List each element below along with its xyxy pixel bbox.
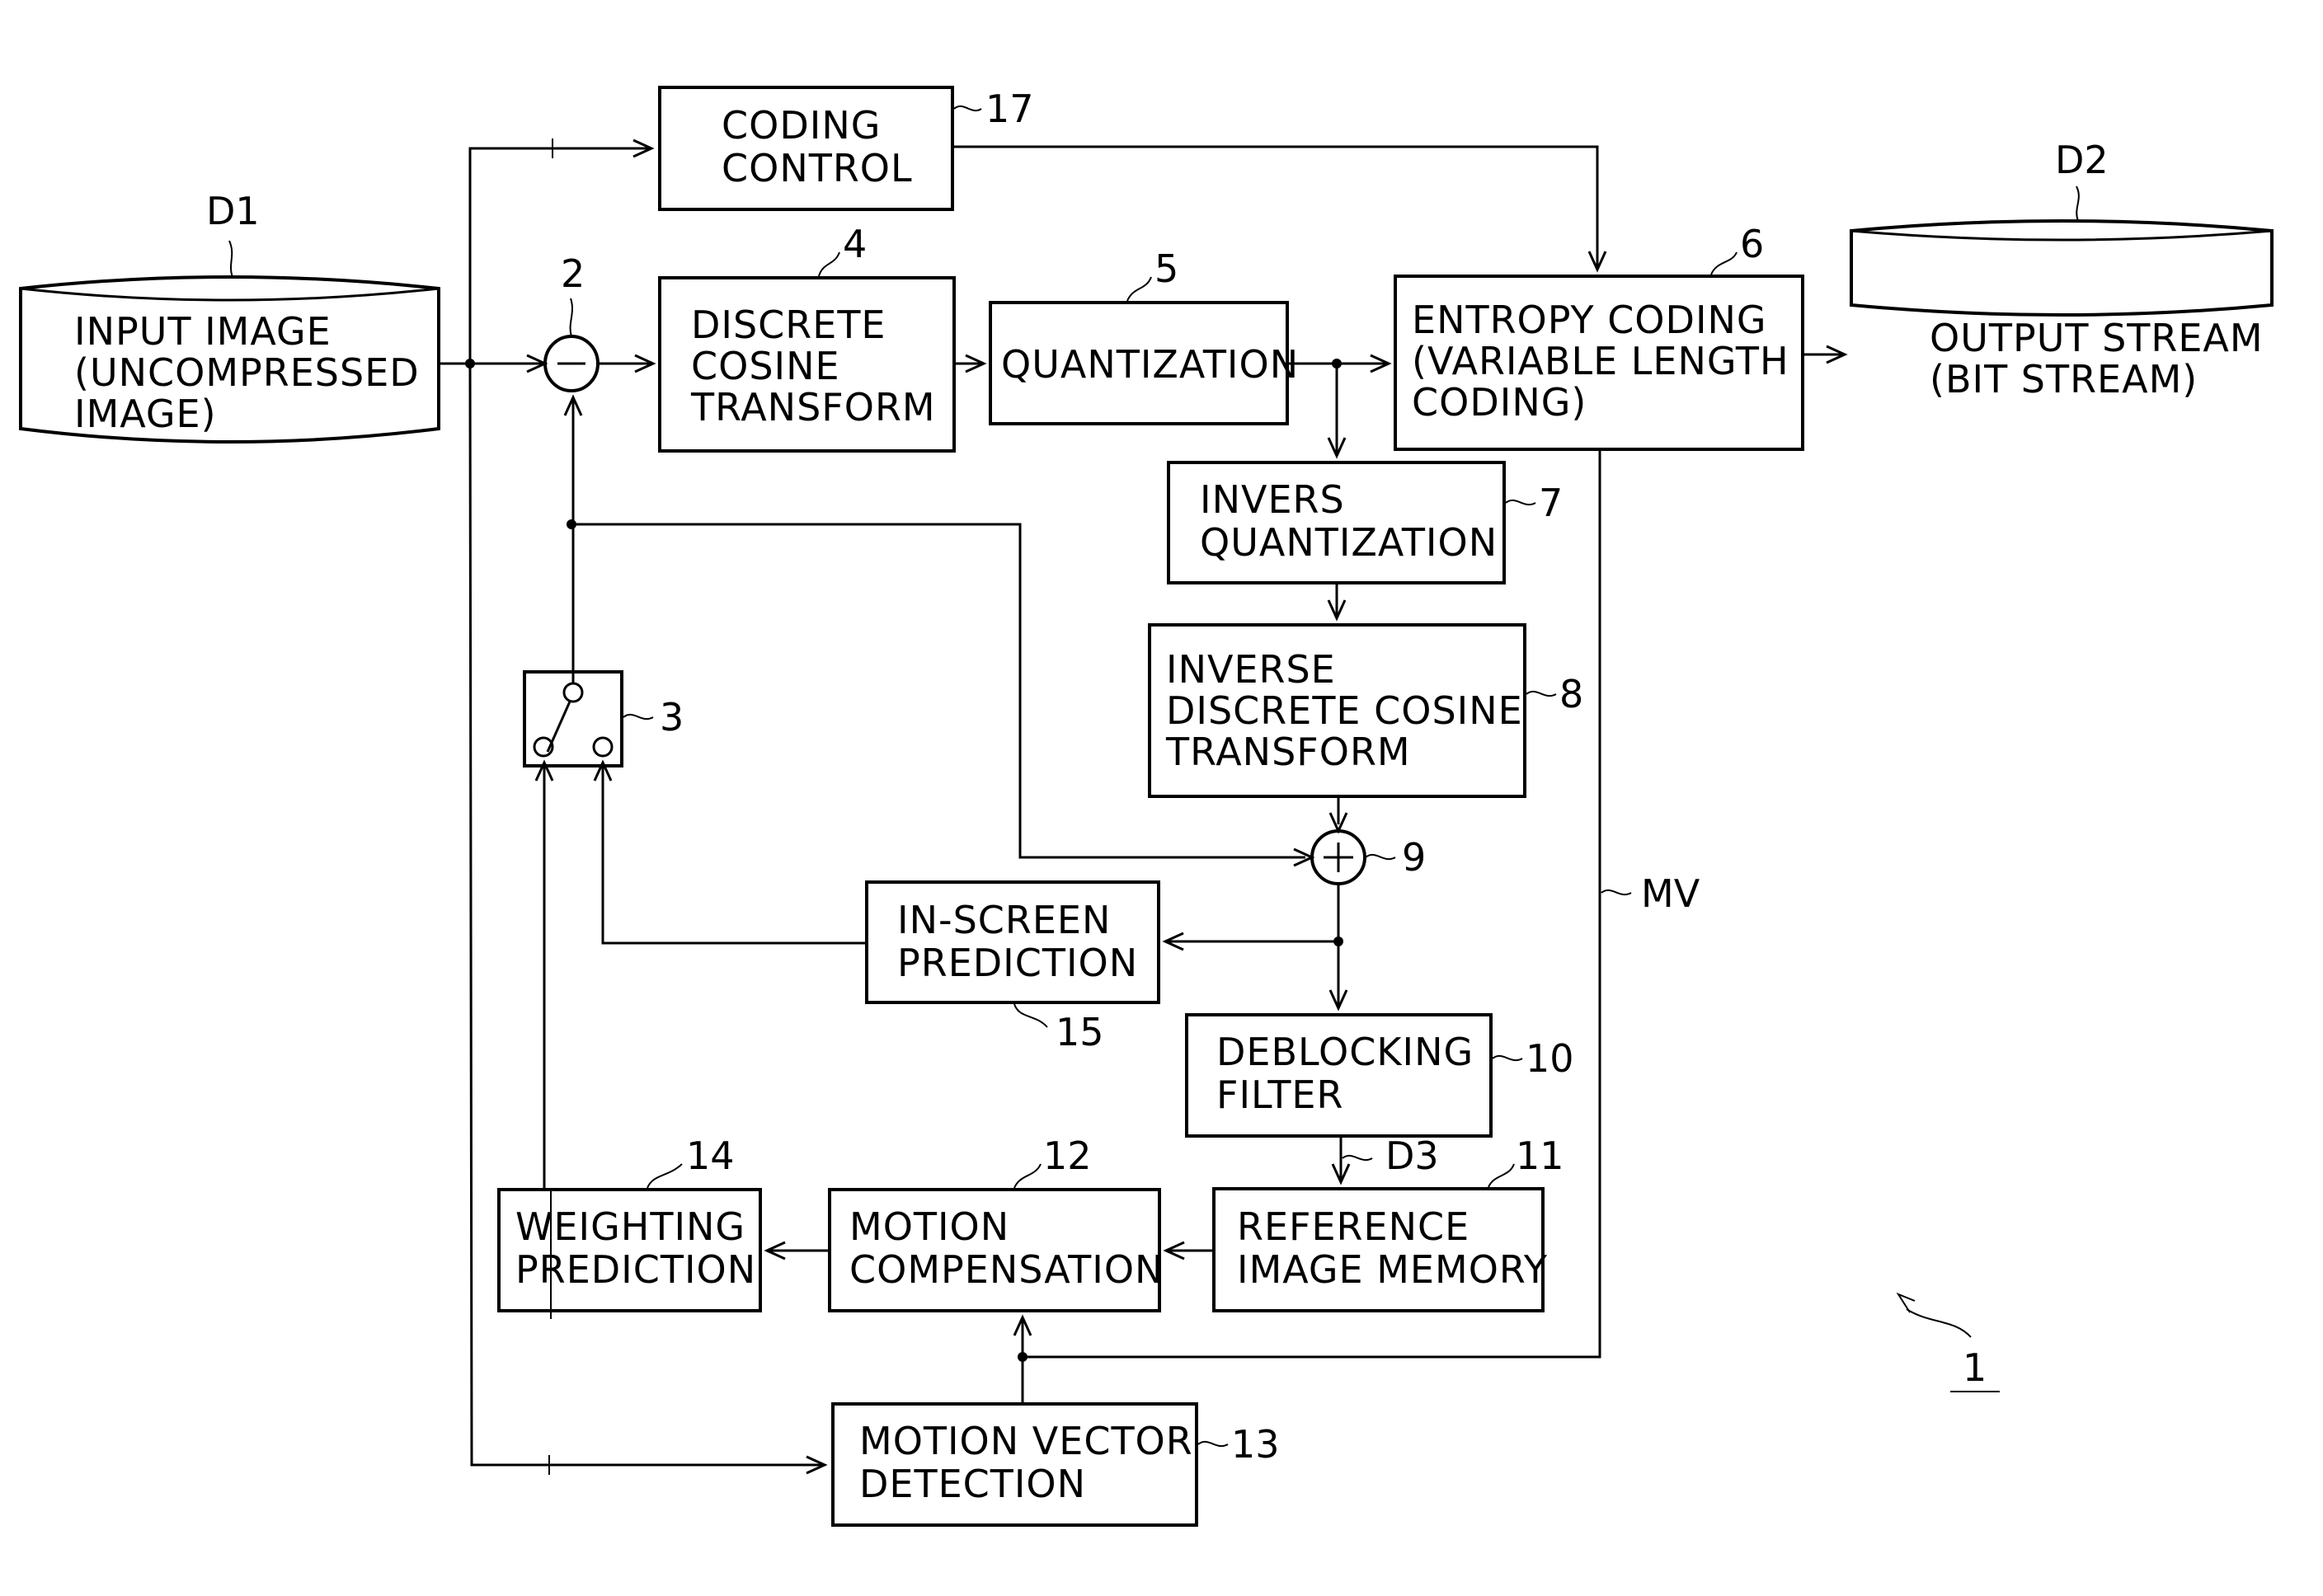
motion-vector-detection-line-1: MOTION VECTOR bbox=[859, 1419, 1193, 1463]
switch-ref: 3 bbox=[660, 695, 684, 739]
reference-image-memory-line-2: IMAGE MEMORY bbox=[1237, 1247, 1548, 1292]
decoded-image-label: D3 bbox=[1385, 1134, 1439, 1178]
in-screen-to-switch-line bbox=[601, 763, 867, 945]
entropy-coding-ref: 6 bbox=[1740, 222, 1764, 266]
deblocking-filter-line-1: DEBLOCKING bbox=[1216, 1030, 1474, 1074]
input-image-line-1: INPUT IMAGE bbox=[74, 309, 332, 354]
idct-line-2: DISCRETE COSINE bbox=[1166, 688, 1523, 733]
motion-vector-label: MV bbox=[1641, 871, 1700, 916]
dct-line-2: COSINE bbox=[691, 344, 840, 388]
output-stream-storage: OUTPUT STREAM (BIT STREAM) D2 bbox=[1850, 138, 2274, 401]
encoder-block-diagram: INPUT IMAGE (UNCOMPRESSED IMAGE) D1 OUTP… bbox=[19, 86, 2274, 1527]
motion-vector-detection-line-2: DETECTION bbox=[859, 1462, 1086, 1506]
motion-compensation-block: MOTION COMPENSATION 12 bbox=[828, 1134, 1164, 1312]
input-image-ref: D1 bbox=[206, 189, 260, 233]
entropy-coding-line-1: ENTROPY CODING bbox=[1412, 298, 1767, 342]
inverse-quantization-line-2: QUANTIZATION bbox=[1200, 520, 1498, 565]
figure-reference: 1 bbox=[1896, 1292, 2000, 1392]
output-stream-line-2: (BIT STREAM) bbox=[1930, 357, 2198, 401]
weighting-prediction-line-1: WEIGHTING bbox=[515, 1204, 745, 1249]
coding-control-line-2: CONTROL bbox=[722, 146, 913, 190]
quantization-ref: 5 bbox=[1154, 246, 1178, 291]
idct-line-3: TRANSFORM bbox=[1165, 730, 1411, 774]
subtractor-ref: 2 bbox=[561, 251, 585, 296]
idct-block: INVERSE DISCRETE COSINE TRANSFORM 8 bbox=[1148, 623, 1583, 798]
dct-line-1: DISCRETE bbox=[691, 303, 886, 347]
adder: 9 bbox=[1310, 829, 1426, 885]
idct-line-1: INVERSE bbox=[1166, 647, 1336, 692]
reference-image-memory-ref: 11 bbox=[1516, 1134, 1564, 1178]
coding-control-to-entropy-line bbox=[952, 145, 1599, 270]
deblocking-filter-ref: 10 bbox=[1526, 1036, 1574, 1081]
prediction-junction bbox=[567, 519, 576, 529]
quantization-block: QUANTIZATION 5 bbox=[989, 246, 1299, 425]
idct-ref: 8 bbox=[1559, 672, 1583, 716]
entropy-coding-line-3: CODING) bbox=[1412, 380, 1587, 425]
input-image-line-2: (UNCOMPRESSED bbox=[74, 350, 420, 395]
weighting-prediction-block: WEIGHTING PREDICTION 14 bbox=[497, 1134, 762, 1312]
quantization-line-1: QUANTIZATION bbox=[1001, 342, 1299, 387]
deblocking-filter-block: DEBLOCKING FILTER 10 bbox=[1185, 1013, 1574, 1138]
entropy-coding-line-2: (VARIABLE LENGTH bbox=[1412, 339, 1789, 383]
motion-vector-detection-ref: 13 bbox=[1231, 1422, 1280, 1467]
motion-compensation-ref: 12 bbox=[1043, 1134, 1092, 1178]
entropy-coding-block: ENTROPY CODING (VARIABLE LENGTH CODING) … bbox=[1394, 222, 1804, 451]
motion-vector-detection-block: MOTION VECTOR DETECTION 13 bbox=[831, 1402, 1280, 1527]
inverse-quantization-line-1: INVERS bbox=[1200, 477, 1345, 522]
dct-ref: 4 bbox=[843, 222, 867, 266]
in-screen-prediction-block: IN-SCREEN PREDICTION 15 bbox=[865, 880, 1160, 1054]
reference-image-memory-line-1: REFERENCE bbox=[1237, 1204, 1470, 1249]
in-screen-prediction-line-2: PREDICTION bbox=[897, 941, 1138, 985]
dct-block: DISCRETE COSINE TRANSFORM 4 bbox=[658, 222, 956, 453]
input-image-storage: INPUT IMAGE (UNCOMPRESSED IMAGE) D1 bbox=[19, 189, 440, 444]
inverse-quantization-ref: 7 bbox=[1539, 481, 1563, 525]
coding-control-line-1: CODING bbox=[722, 103, 881, 148]
in-screen-prediction-ref: 15 bbox=[1056, 1010, 1104, 1054]
figure-reference-number: 1 bbox=[1963, 1345, 1987, 1390]
dct-line-3: TRANSFORM bbox=[690, 385, 936, 430]
deblocking-filter-line-2: FILTER bbox=[1216, 1073, 1343, 1117]
output-stream-ref: D2 bbox=[2055, 138, 2109, 182]
motion-compensation-line-2: COMPENSATION bbox=[849, 1247, 1164, 1292]
prediction-switch: 3 bbox=[523, 670, 684, 767]
subtractor: 2 bbox=[543, 251, 600, 392]
in-screen-prediction-line-1: IN-SCREEN bbox=[897, 898, 1111, 942]
input-image-line-3: IMAGE) bbox=[74, 392, 217, 436]
weighting-prediction-ref: 14 bbox=[686, 1134, 735, 1178]
inverse-quantization-block: INVERS QUANTIZATION 7 bbox=[1167, 461, 1563, 584]
motion-compensation-line-1: MOTION bbox=[849, 1204, 1009, 1249]
output-stream-line-1: OUTPUT STREAM bbox=[1930, 316, 2264, 360]
coding-control-ref: 17 bbox=[985, 87, 1034, 131]
adder-ref: 9 bbox=[1402, 835, 1426, 880]
